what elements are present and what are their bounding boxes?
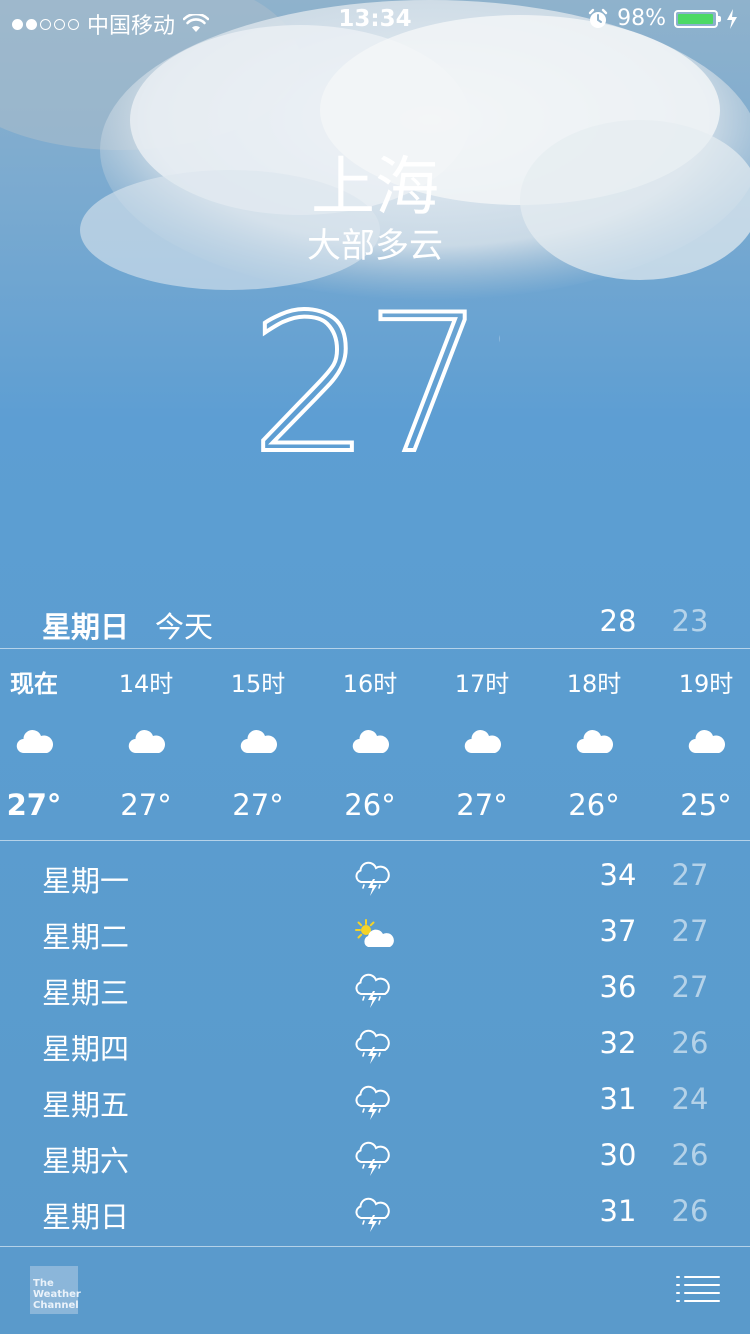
- cloud-icon: [463, 728, 503, 756]
- thunderstorm-icon: [352, 1028, 396, 1066]
- hourly-time: 19时: [678, 670, 734, 698]
- hourly-item: 现在 27°: [0, 650, 89, 840]
- weather-channel-logo[interactable]: The Weather Channel: [30, 1266, 81, 1314]
- current-temperature: 27°: [248, 272, 577, 497]
- hourly-temperature: 27°: [232, 788, 284, 822]
- hourly-item: 17时 27°: [427, 650, 537, 840]
- hourly-item: 15时 27°: [203, 650, 313, 840]
- cloud-icon: [15, 728, 55, 756]
- daily-row: 星期三 36 27: [0, 960, 750, 1016]
- daily-row: 星期日 31 26: [0, 1184, 750, 1240]
- hourly-item: 19时 25°: [651, 650, 750, 840]
- hourly-item: 16时 26°: [315, 650, 425, 840]
- daily-high: 31: [599, 1194, 637, 1228]
- hourly-time: 14时: [118, 670, 174, 698]
- daily-high: 36: [599, 970, 637, 1004]
- status-bar: 中国移动 13:34 98%: [0, 0, 750, 40]
- daily-high: 32: [599, 1026, 637, 1060]
- hourly-temperature: 27°: [6, 788, 62, 822]
- daily-day-name: 星期二: [42, 920, 130, 954]
- daily-day-name: 星期一: [42, 864, 130, 898]
- thunderstorm-icon: [352, 860, 396, 898]
- daily-row: 星期六 30 26: [0, 1128, 750, 1184]
- today-day-name: 星期日: [42, 610, 130, 644]
- thunderstorm-icon: [352, 1196, 396, 1234]
- hourly-temperature: 26°: [344, 788, 396, 822]
- cloud-icon: [239, 728, 279, 756]
- thunderstorm-icon: [352, 1084, 396, 1122]
- daily-day-name: 星期日: [42, 1200, 130, 1234]
- hourly-item: 18时 26°: [539, 650, 649, 840]
- svg-text:27°: 27°: [250, 282, 500, 462]
- charging-bolt-icon: [727, 8, 737, 29]
- divider: [0, 840, 750, 841]
- alarm-icon: [588, 8, 608, 28]
- battery-icon: [674, 9, 721, 28]
- daily-low: 26: [671, 1194, 709, 1228]
- list-icon[interactable]: [676, 1274, 720, 1304]
- daily-low: 24: [671, 1082, 709, 1116]
- today-label: 今天: [155, 610, 214, 644]
- current-temperature-wrap: 27°: [0, 272, 750, 497]
- daily-row: 星期一 34 27: [0, 848, 750, 904]
- daily-row: 星期四 32 26: [0, 1016, 750, 1072]
- hourly-time: 15时: [230, 670, 286, 698]
- partly-sunny-icon: [352, 916, 396, 954]
- daily-high: 34: [599, 858, 637, 892]
- daily-high: 37: [599, 914, 637, 948]
- daily-day-name: 星期四: [42, 1032, 130, 1066]
- hourly-temperature: 26°: [568, 788, 620, 822]
- hourly-time: 16时: [342, 670, 398, 698]
- hourly-time: 17时: [454, 670, 510, 698]
- daily-day-name: 星期六: [42, 1144, 130, 1178]
- daily-high: 31: [599, 1082, 637, 1116]
- today-low: 23: [671, 604, 709, 638]
- hourly-time: 18时: [566, 670, 622, 698]
- hourly-time: 现在: [10, 670, 58, 698]
- weather-condition: 大部多云: [307, 226, 443, 266]
- daily-day-name: 星期三: [42, 976, 130, 1010]
- city-name: 上海: [311, 151, 439, 225]
- daily-row: 星期二 37 27: [0, 904, 750, 960]
- daily-low: 27: [671, 858, 709, 892]
- divider: [0, 1246, 750, 1247]
- hourly-temperature: 25°: [680, 788, 732, 822]
- divider: [0, 648, 750, 649]
- daily-row: 星期五 31 24: [0, 1072, 750, 1128]
- thunderstorm-icon: [352, 972, 396, 1010]
- today-summary-row: 星期日 今天 28 23: [0, 598, 750, 648]
- cloud-icon: [351, 728, 391, 756]
- hourly-temperature: 27°: [456, 788, 508, 822]
- thunderstorm-icon: [352, 1140, 396, 1178]
- daily-high: 30: [599, 1138, 637, 1172]
- status-right: 98%: [587, 6, 738, 31]
- today-high: 28: [599, 604, 637, 638]
- daily-day-name: 星期五: [42, 1088, 130, 1122]
- daily-low: 27: [671, 970, 709, 1004]
- daily-low: 27: [671, 914, 709, 948]
- battery-percent: 98%: [617, 6, 666, 31]
- hourly-forecast[interactable]: 现在 27° 14时 27° 15时 27° 16时 26° 17时 27° 18时 26° 19时 25…: [0, 650, 750, 840]
- cloud-icon: [687, 728, 727, 756]
- daily-low: 26: [671, 1026, 709, 1060]
- daily-low: 26: [671, 1138, 709, 1172]
- hourly-item: 14时 27°: [91, 650, 201, 840]
- cloud-icon: [127, 728, 167, 756]
- footer-toolbar: The Weather Channel: [0, 1248, 750, 1334]
- hourly-temperature: 27°: [120, 788, 172, 822]
- cloud-icon: [575, 728, 615, 756]
